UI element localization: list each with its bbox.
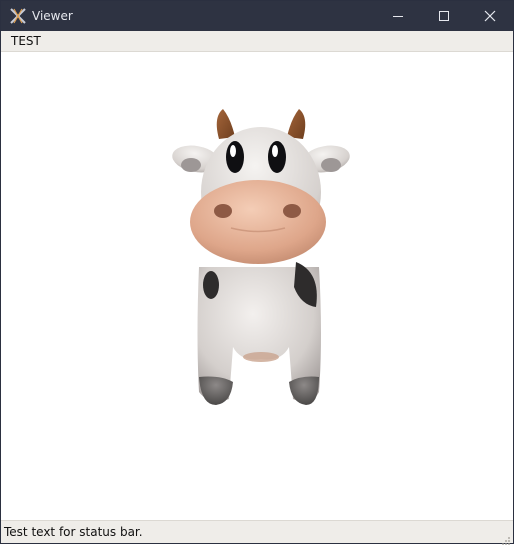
status-bar: Test text for status bar. [1, 520, 513, 545]
viewer-window: Viewer TEST Test text for status bar. [0, 0, 514, 545]
minimize-button[interactable] [375, 1, 421, 31]
minimize-icon [392, 7, 404, 26]
maximize-icon [438, 7, 450, 26]
close-button[interactable] [467, 1, 513, 31]
render-viewport[interactable] [1, 52, 513, 521]
app-logo-icon [9, 7, 27, 25]
status-text: Test text for status bar. [4, 525, 143, 539]
menu-bar: TEST [1, 31, 513, 52]
title-bar[interactable]: Viewer [1, 1, 513, 31]
menu-item-test[interactable]: TEST [1, 31, 51, 51]
window-controls [375, 1, 513, 31]
close-icon [484, 7, 496, 26]
resize-grip-icon[interactable] [501, 531, 511, 545]
maximize-button[interactable] [421, 1, 467, 31]
cow-model [172, 109, 350, 405]
window-title: Viewer [32, 9, 73, 23]
